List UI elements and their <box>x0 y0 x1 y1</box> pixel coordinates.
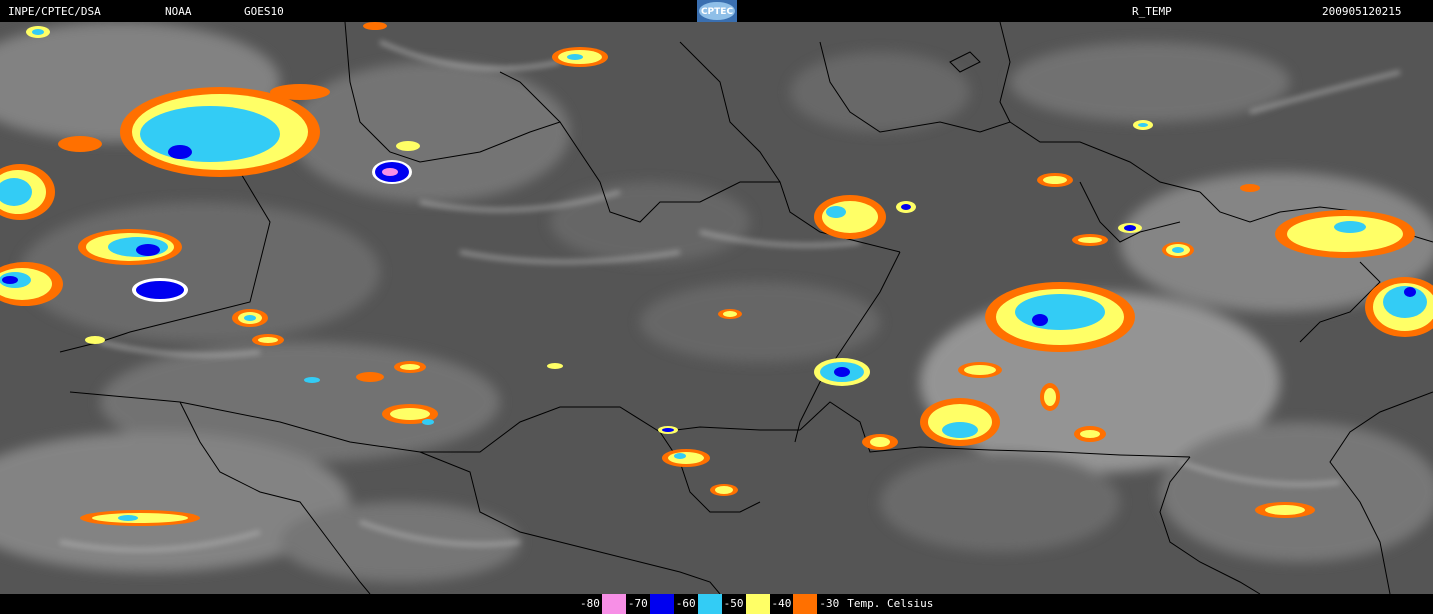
cell-south-west <box>80 510 200 526</box>
legend-swatch-minus-70 <box>649 594 674 614</box>
timestamp-label: 200905120215 <box>1322 5 1402 18</box>
legend-unit: Temp. Celsius <box>841 594 936 614</box>
legend-label-minus-40: -40 <box>769 594 794 614</box>
legend-label-minus-70: -70 <box>625 594 650 614</box>
cell-west-mid <box>78 229 182 265</box>
legend-label-minus-60: -60 <box>673 594 698 614</box>
source-label: INPE/CPTEC/DSA <box>8 5 101 18</box>
legend-swatch-minus-80 <box>601 594 626 614</box>
agency-label: NOAA <box>165 5 192 18</box>
header-bar: INPE/CPTEC/DSA NOAA GOES10 CPTEC R_TEMP … <box>0 0 1433 22</box>
cell-west-blue <box>132 278 188 302</box>
product-label: R_TEMP <box>1132 5 1172 18</box>
temperature-legend: -80 -70 -60 -50 -40 -30 Temp. Celsius <box>578 594 936 614</box>
satellite-label: GOES10 <box>244 5 284 18</box>
logo-text: CPTEC <box>701 7 733 17</box>
cell-northwest <box>120 87 320 177</box>
satellite-image[interactable] <box>0 22 1433 594</box>
legend-label-minus-30: -30 <box>817 594 842 614</box>
legend-label-minus-50: -50 <box>721 594 746 614</box>
satellite-viewer: INPE/CPTEC/DSA NOAA GOES10 CPTEC R_TEMP … <box>0 0 1433 614</box>
cell-center-south <box>814 358 870 386</box>
legend-swatch-minus-60 <box>697 594 722 614</box>
legend-swatch-minus-40 <box>793 594 818 614</box>
cell-top-center <box>552 47 608 67</box>
cell-east-large <box>985 282 1135 352</box>
legend-label-minus-80: -80 <box>578 594 602 614</box>
legend-swatch-minus-50 <box>745 594 770 614</box>
cell-coldest <box>372 160 412 184</box>
cptec-logo: CPTEC <box>697 0 737 22</box>
cell-far-east <box>1275 210 1415 258</box>
